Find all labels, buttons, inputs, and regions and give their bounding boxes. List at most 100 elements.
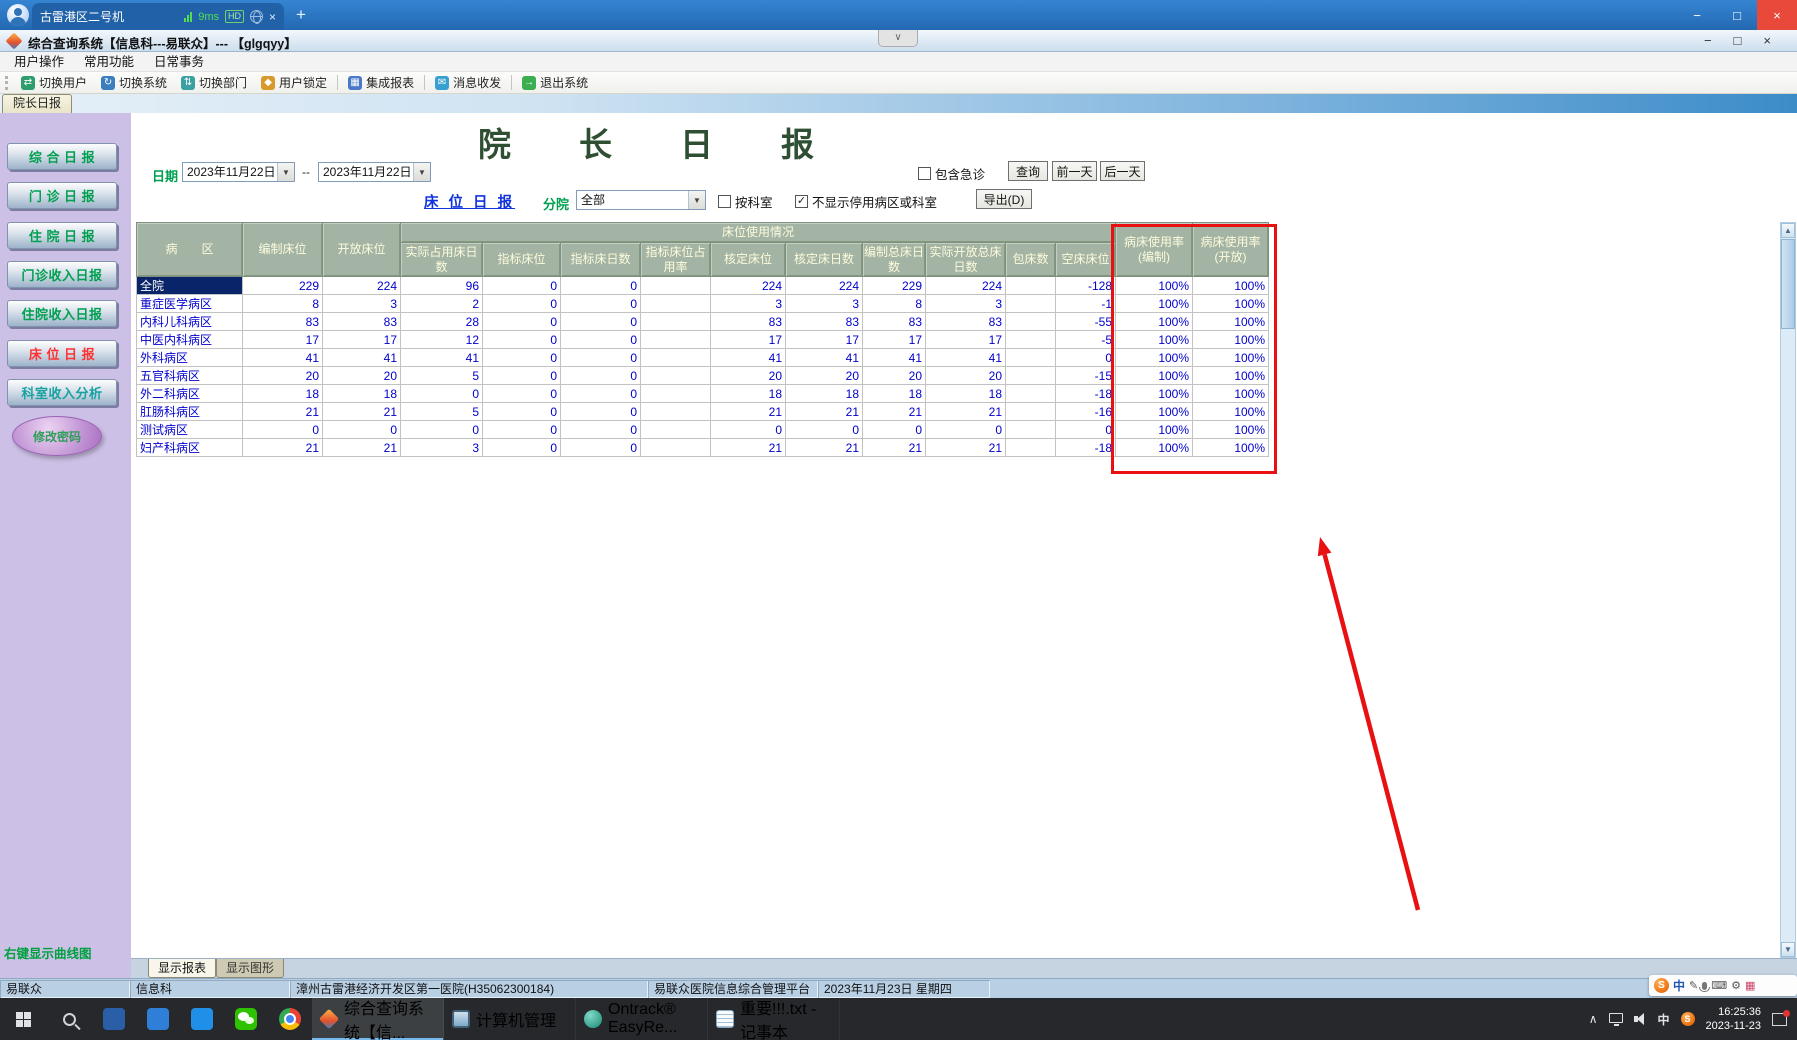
value-cell[interactable]: 100% <box>1115 438 1194 457</box>
value-cell[interactable]: 41 <box>862 348 926 367</box>
value-cell[interactable]: 100% <box>1115 348 1194 367</box>
column-header-usage-rate-open[interactable]: 病床使用率 (开放) <box>1192 222 1270 277</box>
value-cell[interactable]: -128 <box>1054 276 1117 295</box>
value-cell[interactable]: 21 <box>785 402 863 421</box>
taskbar-app-notepad[interactable]: 重要!!!.txt - 记事本 <box>708 998 840 1040</box>
value-cell[interactable] <box>1005 384 1056 403</box>
value-cell[interactable]: 0 <box>242 420 323 439</box>
value-cell[interactable]: 100% <box>1192 402 1270 421</box>
value-cell[interactable]: 12 <box>400 330 483 349</box>
start-button[interactable] <box>0 998 46 1040</box>
value-cell[interactable]: 100% <box>1115 366 1194 385</box>
value-cell[interactable]: 21 <box>785 438 863 457</box>
value-cell[interactable]: -5 <box>1054 330 1117 349</box>
value-cell[interactable]: 0 <box>710 420 786 439</box>
volume-tray-icon[interactable] <box>1633 1013 1647 1025</box>
ward-name-cell[interactable]: 五官科病区 <box>136 366 243 385</box>
column-header[interactable]: 编制床位 <box>242 222 323 277</box>
value-cell[interactable] <box>1005 348 1056 367</box>
files-app-button[interactable] <box>92 998 136 1040</box>
value-cell[interactable] <box>640 384 711 403</box>
value-cell[interactable] <box>1005 438 1056 457</box>
value-cell[interactable]: 0 <box>560 312 641 331</box>
column-header[interactable]: 实际占用床日数 <box>400 242 483 277</box>
value-cell[interactable]: 21 <box>862 402 926 421</box>
sidebar-item-bed-daily[interactable]: 床 位 日 报 <box>7 339 117 367</box>
remote-minimize-button[interactable]: − <box>1677 0 1717 30</box>
vertical-scrollbar[interactable]: ▲ ▼ <box>1780 222 1796 958</box>
display-tray-icon[interactable] <box>1608 1013 1623 1026</box>
app-close-button[interactable]: × <box>1763 30 1771 52</box>
app-maximize-button[interactable]: □ <box>1734 30 1742 52</box>
value-cell[interactable]: -16 <box>1054 402 1117 421</box>
value-cell[interactable]: 21 <box>322 438 401 457</box>
value-cell[interactable]: 0 <box>482 402 561 421</box>
value-cell[interactable]: 100% <box>1115 294 1194 313</box>
prev-day-button[interactable]: 前一天 <box>1052 161 1097 181</box>
sidebar-item-dept-revenue-analysis[interactable]: 科室收入分析 <box>7 378 117 406</box>
ward-name-cell[interactable]: 全院 <box>136 276 243 295</box>
value-cell[interactable]: 100% <box>1192 366 1270 385</box>
date-from-picker[interactable]: 2023年11月22日 ▼ <box>182 162 295 182</box>
ime-settings-gear-icon[interactable]: ⚙ <box>1731 979 1741 992</box>
value-cell[interactable]: 83 <box>862 312 926 331</box>
value-cell[interactable]: -55 <box>1054 312 1117 331</box>
dropdown-arrow-icon[interactable]: ▼ <box>413 163 430 181</box>
sogou-logo-icon[interactable]: S <box>1654 978 1669 993</box>
menu-item-3[interactable]: 日常事务 <box>144 52 214 72</box>
dropdown-arrow-icon[interactable]: ▼ <box>277 163 294 181</box>
remote-session-tab[interactable]: 古雷港区二号机 9ms HD × <box>32 3 284 30</box>
checkbox-box[interactable] <box>718 195 731 208</box>
value-cell[interactable]: 17 <box>710 330 786 349</box>
value-cell[interactable]: 20 <box>785 366 863 385</box>
value-cell[interactable]: 83 <box>710 312 786 331</box>
bed-daily-report-link[interactable]: 床 位 日 报 <box>424 191 515 212</box>
branch-select[interactable]: 全部 ▼ <box>576 190 706 210</box>
value-cell[interactable] <box>1005 366 1056 385</box>
sidebar-item-outpatient-revenue-daily[interactable]: 门诊收入日报 <box>7 260 117 288</box>
value-cell[interactable] <box>640 276 711 295</box>
value-cell[interactable]: 17 <box>242 330 323 349</box>
app-minimize-button[interactable]: − <box>1704 30 1712 52</box>
value-cell[interactable]: 20 <box>242 366 323 385</box>
value-cell[interactable] <box>640 294 711 313</box>
value-cell[interactable]: 100% <box>1115 312 1194 331</box>
value-cell[interactable]: 0 <box>1054 348 1117 367</box>
value-cell[interactable]: 0 <box>482 384 561 403</box>
virtual-keyboard-icon[interactable]: ⌨ <box>1711 979 1727 992</box>
value-cell[interactable]: 0 <box>322 420 401 439</box>
value-cell[interactable]: 0 <box>560 384 641 403</box>
value-cell[interactable]: 17 <box>785 330 863 349</box>
value-cell[interactable]: 100% <box>1192 384 1270 403</box>
chrome-button[interactable] <box>268 998 312 1040</box>
sidebar-item-outpatient-daily[interactable]: 门 诊 日 报 <box>7 182 117 210</box>
value-cell[interactable]: 0 <box>560 294 641 313</box>
value-cell[interactable]: 0 <box>482 438 561 457</box>
value-cell[interactable]: 18 <box>862 384 926 403</box>
toolbar-button-switch-user[interactable]: ⇄ 切换用户 <box>14 72 94 94</box>
hidden-icons-chevron[interactable]: ∧ <box>1589 1012 1598 1026</box>
value-cell[interactable]: 224 <box>925 276 1006 295</box>
value-cell[interactable]: 3 <box>400 438 483 457</box>
scroll-up-arrow-icon[interactable]: ▲ <box>1781 223 1795 238</box>
tab-dean-daily-report[interactable]: 院长日报 <box>2 94 73 113</box>
value-cell[interactable]: 5 <box>400 366 483 385</box>
value-cell[interactable]: 3 <box>785 294 863 313</box>
ward-name-cell[interactable]: 重症医学病区 <box>136 294 243 313</box>
value-cell[interactable] <box>640 438 711 457</box>
value-cell[interactable]: 0 <box>785 420 863 439</box>
column-header[interactable]: 指标床位占用率 <box>640 242 711 277</box>
value-cell[interactable]: 83 <box>925 312 1006 331</box>
value-cell[interactable]: 41 <box>710 348 786 367</box>
ward-name-cell[interactable]: 外二科病区 <box>136 384 243 403</box>
value-cell[interactable] <box>640 420 711 439</box>
ime-mode-tray-indicator[interactable]: 中 <box>1658 1011 1670 1028</box>
value-cell[interactable]: 0 <box>560 438 641 457</box>
value-cell[interactable]: 18 <box>785 384 863 403</box>
next-day-button[interactable]: 后一天 <box>1100 161 1145 181</box>
value-cell[interactable] <box>1005 402 1056 421</box>
value-cell[interactable]: 100% <box>1115 402 1194 421</box>
value-cell[interactable]: 2 <box>400 294 483 313</box>
ward-name-cell[interactable]: 中医内科病区 <box>136 330 243 349</box>
value-cell[interactable]: 41 <box>322 348 401 367</box>
